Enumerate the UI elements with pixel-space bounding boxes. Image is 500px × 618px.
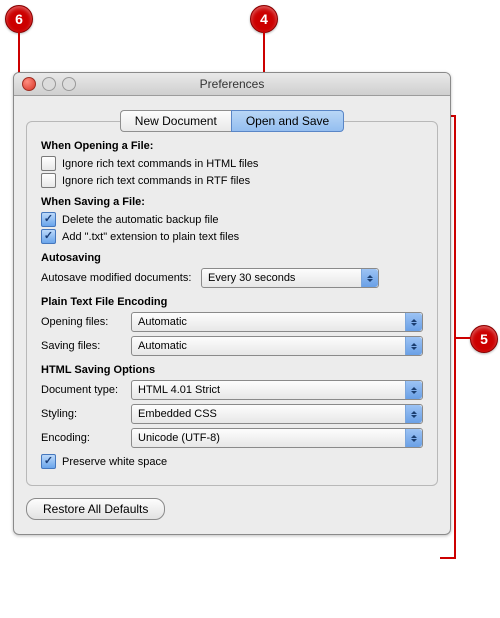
saving-files-label: Saving files: xyxy=(41,340,131,352)
open-save-panel: When Opening a File: Ignore rich text co… xyxy=(26,121,438,486)
stepper-icon xyxy=(405,313,422,331)
callout-line-5 xyxy=(455,337,471,339)
label-add-txt: Add ".txt" extension to plain text files xyxy=(62,230,239,243)
callout-6: 6 xyxy=(5,5,33,33)
autosave-select[interactable]: Every 30 seconds xyxy=(201,268,379,288)
stepper-icon xyxy=(405,405,422,423)
styling-select[interactable]: Embedded CSS xyxy=(131,404,423,424)
checkbox-add-txt[interactable] xyxy=(41,229,56,244)
html-heading: HTML Saving Options xyxy=(41,364,423,376)
stepper-icon xyxy=(405,429,422,447)
saving-files-select[interactable]: Automatic xyxy=(131,336,423,356)
checkbox-delete-backup[interactable] xyxy=(41,212,56,227)
callout-4: 4 xyxy=(250,5,278,33)
doctype-label: Document type: xyxy=(41,384,131,396)
titlebar: Preferences xyxy=(14,73,450,96)
checkbox-ignore-html[interactable] xyxy=(41,156,56,171)
styling-label: Styling: xyxy=(41,408,131,420)
autosave-heading: Autosaving xyxy=(41,252,423,264)
callout-5: 5 xyxy=(470,325,498,353)
checkbox-ignore-rtf[interactable] xyxy=(41,173,56,188)
label-preserve-whitespace: Preserve white space xyxy=(62,455,167,468)
label-ignore-rtf: Ignore rich text commands in RTF files xyxy=(62,174,250,187)
saving-files-value: Automatic xyxy=(138,340,187,352)
opening-files-value: Automatic xyxy=(138,316,187,328)
opening-files-label: Opening files: xyxy=(41,316,131,328)
label-delete-backup: Delete the automatic backup file xyxy=(62,213,219,226)
styling-value: Embedded CSS xyxy=(138,408,217,420)
opening-heading: When Opening a File: xyxy=(41,140,423,152)
tab-bar: New Document Open and Save xyxy=(26,110,438,132)
label-ignore-html: Ignore rich text commands in HTML files xyxy=(62,157,258,170)
checkbox-preserve-whitespace[interactable] xyxy=(41,454,56,469)
tab-new-document[interactable]: New Document xyxy=(120,110,231,132)
stepper-icon xyxy=(405,381,422,399)
window-title: Preferences xyxy=(14,77,450,91)
stepper-icon xyxy=(405,337,422,355)
encoding-label: Encoding: xyxy=(41,432,131,444)
stepper-icon xyxy=(361,269,378,287)
opening-files-select[interactable]: Automatic xyxy=(131,312,423,332)
autosave-value: Every 30 seconds xyxy=(208,272,295,284)
doctype-select[interactable]: HTML 4.01 Strict xyxy=(131,380,423,400)
doctype-value: HTML 4.01 Strict xyxy=(138,384,220,396)
encoding-heading: Plain Text File Encoding xyxy=(41,296,423,308)
autosave-label: Autosave modified documents: xyxy=(41,272,201,284)
restore-defaults-button[interactable]: Restore All Defaults xyxy=(26,498,165,520)
encoding-value: Unicode (UTF-8) xyxy=(138,432,220,444)
preferences-window: Preferences New Document Open and Save W… xyxy=(13,72,451,535)
tab-open-and-save[interactable]: Open and Save xyxy=(231,110,344,132)
encoding-select[interactable]: Unicode (UTF-8) xyxy=(131,428,423,448)
saving-heading: When Saving a File: xyxy=(41,196,423,208)
